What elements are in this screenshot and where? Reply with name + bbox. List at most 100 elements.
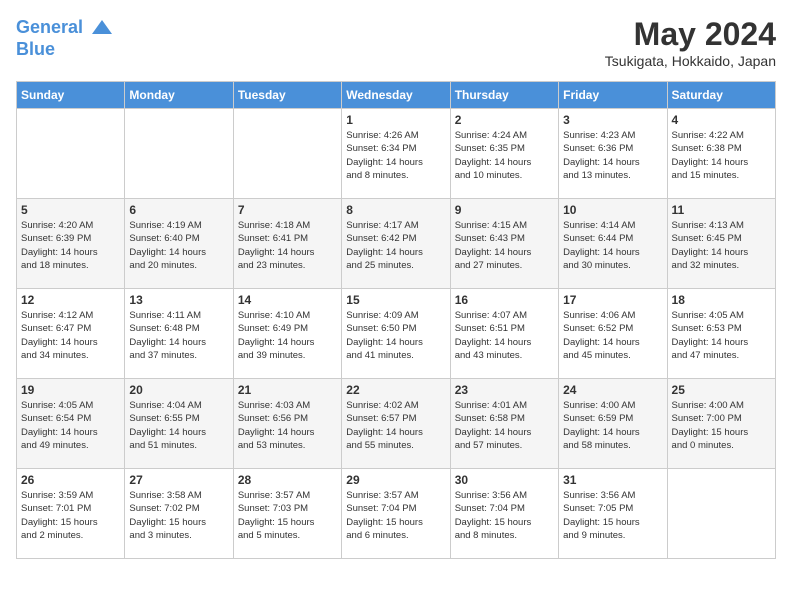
calendar-day-30: 30 Sunrise: 3:56 AM Sunset: 7:04 PM Dayli… xyxy=(450,469,558,559)
day-number: 26 xyxy=(21,473,120,487)
calendar-week-row: 26 Sunrise: 3:59 AM Sunset: 7:01 PM Dayli… xyxy=(17,469,776,559)
calendar-day-9: 9 Sunrise: 4:15 AM Sunset: 6:43 PM Daylig… xyxy=(450,199,558,289)
calendar-empty-cell xyxy=(667,469,775,559)
day-info: Sunrise: 4:03 AM Sunset: 6:56 PM Dayligh… xyxy=(238,399,337,452)
calendar-empty-cell xyxy=(233,109,341,199)
day-number: 9 xyxy=(455,203,554,217)
calendar-week-row: 5 Sunrise: 4:20 AM Sunset: 6:39 PM Daylig… xyxy=(17,199,776,289)
page-header: General Blue May 2024 Tsukigata, Hokkaid… xyxy=(16,16,776,69)
calendar-day-26: 26 Sunrise: 3:59 AM Sunset: 7:01 PM Dayli… xyxy=(17,469,125,559)
day-info: Sunrise: 4:20 AM Sunset: 6:39 PM Dayligh… xyxy=(21,219,120,272)
logo-text: General xyxy=(16,16,114,40)
day-info: Sunrise: 3:57 AM Sunset: 7:04 PM Dayligh… xyxy=(346,489,445,542)
calendar-day-29: 29 Sunrise: 3:57 AM Sunset: 7:04 PM Dayli… xyxy=(342,469,450,559)
calendar-day-11: 11Sunrise: 4:13 AM Sunset: 6:45 PM Dayli… xyxy=(667,199,775,289)
day-header-wednesday: Wednesday xyxy=(342,82,450,109)
day-number: 5 xyxy=(21,203,120,217)
day-number: 25 xyxy=(672,383,771,397)
calendar-day-22: 22 Sunrise: 4:02 AM Sunset: 6:57 PM Dayli… xyxy=(342,379,450,469)
day-number: 31 xyxy=(563,473,662,487)
day-info: Sunrise: 4:04 AM Sunset: 6:55 PM Dayligh… xyxy=(129,399,228,452)
day-info: Sunrise: 3:56 AM Sunset: 7:05 PM Dayligh… xyxy=(563,489,662,542)
calendar-day-14: 14 Sunrise: 4:10 AM Sunset: 6:49 PM Dayli… xyxy=(233,289,341,379)
day-header-monday: Monday xyxy=(125,82,233,109)
day-number: 27 xyxy=(129,473,228,487)
day-info: Sunrise: 4:18 AM Sunset: 6:41 PM Dayligh… xyxy=(238,219,337,272)
day-number: 12 xyxy=(21,293,120,307)
calendar-day-2: 2Sunrise: 4:24 AM Sunset: 6:35 PM Daylig… xyxy=(450,109,558,199)
title-block: May 2024 Tsukigata, Hokkaido, Japan xyxy=(605,16,776,69)
day-info: Sunrise: 4:15 AM Sunset: 6:43 PM Dayligh… xyxy=(455,219,554,272)
calendar-day-27: 27 Sunrise: 3:58 AM Sunset: 7:02 PM Dayli… xyxy=(125,469,233,559)
calendar-day-25: 25Sunrise: 4:00 AM Sunset: 7:00 PM Dayli… xyxy=(667,379,775,469)
calendar-day-6: 6Sunrise: 4:19 AM Sunset: 6:40 PM Daylig… xyxy=(125,199,233,289)
calendar-day-10: 10 Sunrise: 4:14 AM Sunset: 6:44 PM Dayli… xyxy=(559,199,667,289)
day-number: 4 xyxy=(672,113,771,127)
day-info: Sunrise: 4:01 AM Sunset: 6:58 PM Dayligh… xyxy=(455,399,554,452)
month-title: May 2024 xyxy=(605,16,776,53)
day-header-saturday: Saturday xyxy=(667,82,775,109)
calendar-empty-cell xyxy=(125,109,233,199)
logo: General Blue xyxy=(16,16,114,60)
calendar-day-23: 23 Sunrise: 4:01 AM Sunset: 6:58 PM Dayli… xyxy=(450,379,558,469)
calendar-day-12: 12 Sunrise: 4:12 AM Sunset: 6:47 PM Dayli… xyxy=(17,289,125,379)
day-info: Sunrise: 4:07 AM Sunset: 6:51 PM Dayligh… xyxy=(455,309,554,362)
calendar-day-21: 21Sunrise: 4:03 AM Sunset: 6:56 PM Dayli… xyxy=(233,379,341,469)
day-number: 11 xyxy=(672,203,771,217)
day-info: Sunrise: 4:06 AM Sunset: 6:52 PM Dayligh… xyxy=(563,309,662,362)
day-number: 3 xyxy=(563,113,662,127)
calendar-day-13: 13 Sunrise: 4:11 AM Sunset: 6:48 PM Dayli… xyxy=(125,289,233,379)
day-info: Sunrise: 4:02 AM Sunset: 6:57 PM Dayligh… xyxy=(346,399,445,452)
day-info: Sunrise: 3:59 AM Sunset: 7:01 PM Dayligh… xyxy=(21,489,120,542)
day-info: Sunrise: 4:10 AM Sunset: 6:49 PM Dayligh… xyxy=(238,309,337,362)
calendar-day-19: 19Sunrise: 4:05 AM Sunset: 6:54 PM Dayli… xyxy=(17,379,125,469)
calendar-day-3: 3 Sunrise: 4:23 AM Sunset: 6:36 PM Daylig… xyxy=(559,109,667,199)
calendar-day-20: 20 Sunrise: 4:04 AM Sunset: 6:55 PM Dayli… xyxy=(125,379,233,469)
calendar-day-5: 5 Sunrise: 4:20 AM Sunset: 6:39 PM Daylig… xyxy=(17,199,125,289)
day-info: Sunrise: 3:58 AM Sunset: 7:02 PM Dayligh… xyxy=(129,489,228,542)
calendar-day-1: 1 Sunrise: 4:26 AM Sunset: 6:34 PM Daylig… xyxy=(342,109,450,199)
calendar-day-17: 17 Sunrise: 4:06 AM Sunset: 6:52 PM Dayli… xyxy=(559,289,667,379)
calendar-table: SundayMondayTuesdayWednesdayThursdayFrid… xyxy=(16,81,776,559)
day-info: Sunrise: 4:22 AM Sunset: 6:38 PM Dayligh… xyxy=(672,129,771,182)
calendar-week-row: 1 Sunrise: 4:26 AM Sunset: 6:34 PM Daylig… xyxy=(17,109,776,199)
day-info: Sunrise: 4:26 AM Sunset: 6:34 PM Dayligh… xyxy=(346,129,445,182)
day-info: Sunrise: 4:19 AM Sunset: 6:40 PM Dayligh… xyxy=(129,219,228,272)
calendar-day-18: 18Sunrise: 4:05 AM Sunset: 6:53 PM Dayli… xyxy=(667,289,775,379)
day-number: 10 xyxy=(563,203,662,217)
day-info: Sunrise: 4:14 AM Sunset: 6:44 PM Dayligh… xyxy=(563,219,662,272)
day-info: Sunrise: 3:57 AM Sunset: 7:03 PM Dayligh… xyxy=(238,489,337,542)
day-number: 18 xyxy=(672,293,771,307)
calendar-week-row: 19Sunrise: 4:05 AM Sunset: 6:54 PM Dayli… xyxy=(17,379,776,469)
location-text: Tsukigata, Hokkaido, Japan xyxy=(605,53,776,69)
day-number: 8 xyxy=(346,203,445,217)
calendar-day-28: 28 Sunrise: 3:57 AM Sunset: 7:03 PM Dayli… xyxy=(233,469,341,559)
day-number: 20 xyxy=(129,383,228,397)
day-info: Sunrise: 4:17 AM Sunset: 6:42 PM Dayligh… xyxy=(346,219,445,272)
day-header-thursday: Thursday xyxy=(450,82,558,109)
calendar-week-row: 12 Sunrise: 4:12 AM Sunset: 6:47 PM Dayli… xyxy=(17,289,776,379)
day-number: 17 xyxy=(563,293,662,307)
day-info: Sunrise: 4:12 AM Sunset: 6:47 PM Dayligh… xyxy=(21,309,120,362)
day-info: Sunrise: 4:23 AM Sunset: 6:36 PM Dayligh… xyxy=(563,129,662,182)
day-number: 19 xyxy=(21,383,120,397)
calendar-day-24: 24 Sunrise: 4:00 AM Sunset: 6:59 PM Dayli… xyxy=(559,379,667,469)
calendar-day-8: 8 Sunrise: 4:17 AM Sunset: 6:42 PM Daylig… xyxy=(342,199,450,289)
calendar-day-16: 16Sunrise: 4:07 AM Sunset: 6:51 PM Dayli… xyxy=(450,289,558,379)
day-number: 23 xyxy=(455,383,554,397)
day-info: Sunrise: 4:11 AM Sunset: 6:48 PM Dayligh… xyxy=(129,309,228,362)
day-info: Sunrise: 4:00 AM Sunset: 6:59 PM Dayligh… xyxy=(563,399,662,452)
day-number: 24 xyxy=(563,383,662,397)
day-number: 14 xyxy=(238,293,337,307)
day-number: 1 xyxy=(346,113,445,127)
day-number: 29 xyxy=(346,473,445,487)
day-number: 22 xyxy=(346,383,445,397)
logo-subtext: Blue xyxy=(16,40,114,60)
calendar-day-31: 31 Sunrise: 3:56 AM Sunset: 7:05 PM Dayli… xyxy=(559,469,667,559)
day-number: 7 xyxy=(238,203,337,217)
day-number: 13 xyxy=(129,293,228,307)
day-number: 30 xyxy=(455,473,554,487)
day-number: 28 xyxy=(238,473,337,487)
day-info: Sunrise: 3:56 AM Sunset: 7:04 PM Dayligh… xyxy=(455,489,554,542)
calendar-day-15: 15Sunrise: 4:09 AM Sunset: 6:50 PM Dayli… xyxy=(342,289,450,379)
